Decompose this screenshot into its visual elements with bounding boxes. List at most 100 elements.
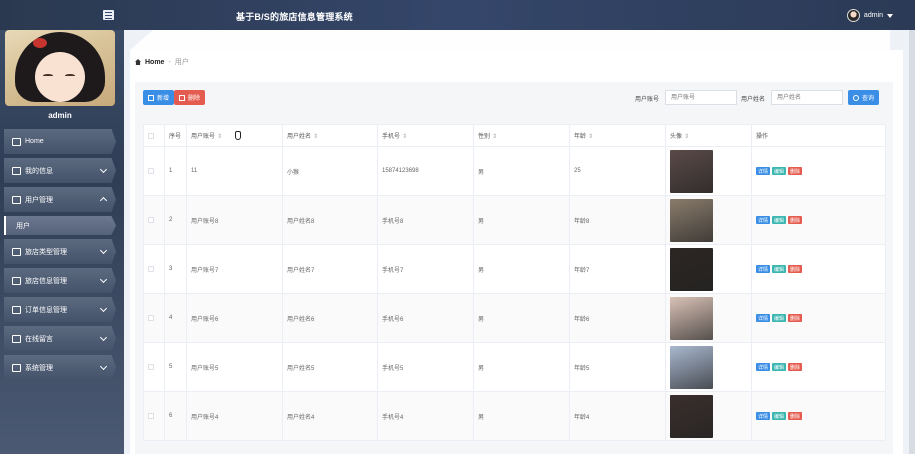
user-photo[interactable]	[670, 296, 713, 340]
user-photo[interactable]	[670, 394, 713, 438]
cell-avatar	[665, 293, 752, 343]
cell-phone: 15874123698	[377, 146, 474, 196]
header-username: admin	[863, 12, 883, 19]
cell-account: 用户账号6	[186, 293, 283, 343]
cell-avatar	[665, 146, 752, 196]
sidebar-item-hotel-info[interactable]: 旅店信息管理	[4, 268, 116, 293]
row-checkbox[interactable]	[143, 342, 165, 392]
sidebar-item-label: 系统管理	[25, 364, 53, 372]
sort-icon: ⇕	[402, 134, 408, 140]
sidebar-item-label: 我的信息	[25, 167, 53, 175]
column-header: 序号	[164, 124, 187, 147]
cell-gender: 男	[473, 342, 570, 392]
detail-button[interactable]: 详情	[756, 363, 771, 371]
cell-phone: 手机号8	[377, 195, 474, 245]
row-checkbox[interactable]	[143, 195, 165, 245]
users-table: 序号 用户账号 ⇕ 用户姓名 ⇕ 手机号 ⇕ 性别 ⇕ 年龄 ⇕ 头像 ⇕ 操作 1 11 小猴…	[143, 124, 886, 441]
row-delete-button[interactable]: 删除	[788, 167, 803, 175]
search-icon	[853, 94, 859, 101]
detail-button[interactable]: 详情	[756, 265, 771, 273]
cell-avatar	[665, 244, 752, 294]
mouse-cursor-icon	[235, 131, 241, 140]
user-photo[interactable]	[670, 149, 713, 193]
row-delete-button[interactable]: 删除	[788, 265, 803, 273]
cell-account: 11	[186, 146, 283, 196]
column-header[interactable]: 手机号 ⇕	[377, 124, 474, 147]
column-header[interactable]: 年龄 ⇕	[569, 124, 666, 147]
search-button[interactable]: 查询	[848, 90, 880, 105]
edit-button[interactable]: 编辑	[772, 167, 787, 175]
column-header[interactable]: 性别 ⇕	[473, 124, 570, 147]
cell-gender: 男	[473, 293, 570, 343]
detail-button[interactable]: 详情	[756, 167, 771, 175]
sidebar-item-orders[interactable]: 订单信息管理	[4, 297, 116, 322]
sidebar-item-home[interactable]: Home	[4, 129, 116, 154]
page-scrollbar[interactable]	[909, 30, 915, 454]
add-button[interactable]: 新增	[143, 90, 175, 105]
edit-button[interactable]: 编辑	[772, 265, 787, 273]
cell-no: 3	[164, 244, 187, 294]
row-delete-button[interactable]: 删除	[788, 363, 803, 371]
delete-icon	[179, 94, 185, 101]
sidebar-item-label: 订单信息管理	[25, 306, 67, 314]
edit-button[interactable]: 编辑	[772, 216, 787, 224]
row-checkbox[interactable]	[143, 244, 165, 294]
sort-icon: ⇕	[684, 134, 690, 140]
settings-icon	[12, 363, 21, 372]
sidebar-item-hotel-type[interactable]: 旅店类型管理	[4, 239, 116, 264]
cell-age: 年龄5	[569, 342, 666, 392]
breadcrumb-home[interactable]: Home	[145, 59, 164, 66]
column-header[interactable]: 用户姓名 ⇕	[282, 124, 378, 147]
delete-button[interactable]: 删除	[174, 90, 206, 105]
sidebar-item-label: 用户管理	[25, 196, 53, 204]
chevron-down-icon	[99, 246, 108, 255]
sidebar-item-user-management[interactable]: 用户管理	[4, 187, 116, 212]
cell-account: 用户账号4	[186, 391, 283, 441]
user-photo[interactable]	[670, 345, 713, 389]
row-checkbox[interactable]	[143, 146, 165, 196]
chevron-down-icon	[99, 304, 108, 313]
detail-button[interactable]: 详情	[756, 216, 771, 224]
edit-button[interactable]: 编辑	[772, 363, 787, 371]
sidebar-item-my-info[interactable]: 我的信息	[4, 158, 116, 183]
sidebar-subitem-users[interactable]: 用户	[4, 216, 116, 235]
user-menu[interactable]: admin	[846, 9, 893, 22]
table-row: 5 用户账号5 用户姓名5 手机号5 男年龄5 详情 编辑 删除	[143, 342, 886, 392]
cell-phone: 手机号6	[377, 293, 474, 343]
row-delete-button[interactable]: 删除	[788, 412, 803, 420]
table-row: 6 用户账号4 用户姓名4 手机号4 男年龄4 详情 编辑 删除	[143, 391, 886, 441]
cell-no: 2	[164, 195, 187, 245]
table-row: 4 用户账号6 用户姓名6 手机号6 男年龄6 详情 编辑 删除	[143, 293, 886, 343]
breadcrumb-separator: -	[168, 58, 171, 66]
user-photo[interactable]	[670, 198, 713, 242]
row-checkbox[interactable]	[143, 391, 165, 441]
sort-icon: ⇕	[313, 134, 319, 140]
edit-button[interactable]: 编辑	[772, 412, 787, 420]
row-checkbox[interactable]	[143, 293, 165, 343]
cell-age: 年龄6	[569, 293, 666, 343]
tab-decoration	[130, 30, 890, 50]
detail-button[interactable]: 详情	[756, 412, 771, 420]
account-search-input[interactable]	[665, 90, 737, 105]
sidebar-item-system[interactable]: 系统管理	[4, 355, 116, 380]
flag-icon	[12, 305, 21, 314]
sidebar-item-label: 在线留言	[25, 335, 53, 343]
home-icon	[135, 59, 141, 65]
edit-button[interactable]: 编辑	[772, 314, 787, 322]
cell-avatar	[665, 391, 752, 441]
sidebar-item-messages[interactable]: 在线留言	[4, 326, 116, 351]
user-photo[interactable]	[670, 247, 713, 291]
caret-down-icon	[887, 13, 893, 18]
column-header[interactable]: 头像 ⇕	[665, 124, 752, 147]
row-delete-button[interactable]: 删除	[788, 314, 803, 322]
menu-toggle-icon[interactable]	[103, 10, 114, 20]
sort-icon: ⇕	[217, 134, 223, 140]
select-all-checkbox[interactable]	[143, 124, 165, 147]
breadcrumb: Home - 用户	[135, 57, 189, 67]
chevron-up-icon	[99, 196, 108, 205]
detail-button[interactable]: 详情	[756, 314, 771, 322]
cell-gender: 男	[473, 391, 570, 441]
row-delete-button[interactable]: 删除	[788, 216, 803, 224]
name-search-input[interactable]	[771, 90, 843, 105]
table-header-row: 序号 用户账号 ⇕ 用户姓名 ⇕ 手机号 ⇕ 性别 ⇕ 年龄 ⇕ 头像 ⇕ 操作	[143, 124, 886, 147]
